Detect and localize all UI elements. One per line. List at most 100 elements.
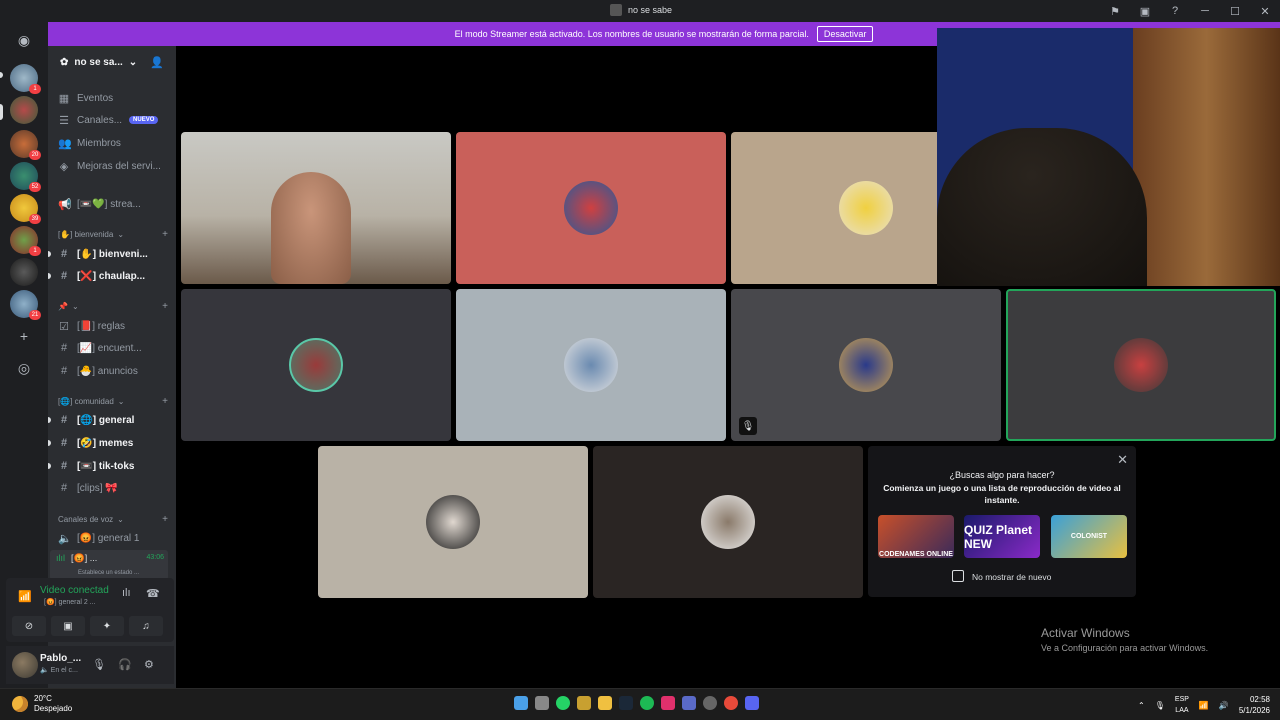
- game-quiz-planet[interactable]: QUIZ Planet NEW: [964, 515, 1040, 558]
- add-channel-icon[interactable]: +: [162, 396, 168, 407]
- server-icon-4[interactable]: 52: [10, 162, 41, 192]
- channel-tiktoks[interactable]: # [📼] tik-toks: [58, 457, 174, 475]
- video-tile-5[interactable]: [456, 289, 726, 441]
- server-icon-2[interactable]: [10, 96, 38, 124]
- channel-memes[interactable]: # [🤣] memes: [58, 434, 174, 452]
- channel-chaulap[interactable]: # [❌] chaulap...: [58, 267, 174, 285]
- category-comunidad[interactable]: [🌐] comunidad ⌄ +: [58, 394, 168, 408]
- noise-suppression-icon[interactable]: ılı: [122, 587, 131, 599]
- steam-icon[interactable]: [619, 696, 633, 710]
- server-icon-8[interactable]: 21: [10, 290, 41, 320]
- voice-timer: 43:06: [146, 554, 164, 561]
- help-icon[interactable]: ?: [1160, 0, 1190, 22]
- video-tile-9[interactable]: [593, 446, 863, 598]
- spotify-icon[interactable]: [640, 696, 654, 710]
- add-channel-icon[interactable]: +: [162, 301, 168, 312]
- voice-channel-general-1[interactable]: 🔈 [😡] general 1: [58, 529, 174, 547]
- channel-anuncios[interactable]: # [🐣] anuncios: [58, 362, 174, 380]
- instagram-icon[interactable]: [661, 696, 675, 710]
- discord-home-icon[interactable]: ◉: [10, 26, 38, 54]
- avatar: [564, 338, 618, 392]
- video-tile-6[interactable]: 🎙: [731, 289, 1001, 441]
- search-icon[interactable]: [535, 696, 549, 710]
- invite-icon[interactable]: 👤: [150, 56, 164, 69]
- category-bienvenida[interactable]: [✋] bienvenida ⌄ +: [58, 227, 168, 241]
- language-indicator[interactable]: ESP LAA: [1175, 694, 1189, 716]
- category-pinned[interactable]: 📌 ⌄ +: [58, 299, 168, 313]
- inbox-icon[interactable]: ⚑: [1100, 0, 1130, 22]
- maximize-icon[interactable]: ☐: [1220, 0, 1250, 22]
- sidebar-item-channels[interactable]: ☰ Canales... NUEVO: [58, 111, 174, 129]
- wifi-icon[interactable]: 📶: [1199, 701, 1209, 710]
- voice-status-channel[interactable]: [😡] general 2 ...: [44, 598, 96, 606]
- whatsapp-icon[interactable]: [556, 696, 570, 710]
- unread-indicator: [48, 417, 51, 423]
- add-server-icon[interactable]: +: [10, 322, 38, 350]
- minimize-icon[interactable]: ─: [1190, 0, 1220, 22]
- video-tile-8[interactable]: [318, 446, 588, 598]
- server-icon-1[interactable]: 1: [10, 64, 41, 94]
- video-tile-2[interactable]: [456, 132, 726, 284]
- volume-icon[interactable]: 🔊: [1219, 701, 1229, 710]
- discord-icon[interactable]: [745, 696, 759, 710]
- add-channel-icon[interactable]: +: [162, 514, 168, 525]
- close-icon[interactable]: ✕: [1117, 452, 1128, 468]
- deactivate-button[interactable]: Desactivar: [816, 26, 874, 42]
- sidebar-item-events[interactable]: ▦ Eventos: [58, 89, 174, 107]
- moon-icon: [12, 696, 28, 712]
- weather-widget[interactable]: 20°C Despejado: [12, 694, 72, 714]
- category-voice[interactable]: Canales de voz ⌄ +: [58, 512, 168, 526]
- disconnect-icon[interactable]: ☎: [146, 587, 160, 600]
- hash-icon: #: [60, 437, 68, 449]
- participant-video: [271, 172, 351, 284]
- explore-icon[interactable]: ◎: [10, 354, 38, 382]
- close-icon[interactable]: ✕: [1250, 0, 1280, 22]
- minecraft-icon[interactable]: [577, 696, 591, 710]
- game-codenames[interactable]: CODENAMES ONLINE: [878, 515, 954, 558]
- notes-icon[interactable]: [682, 696, 696, 710]
- screen-share-button[interactable]: ▣: [51, 616, 85, 636]
- channel-reglas[interactable]: ☑ [📕] reglas: [58, 317, 174, 335]
- server-icon-7[interactable]: [10, 258, 38, 286]
- soundboard-button[interactable]: ♫: [129, 616, 163, 636]
- avatar[interactable]: [12, 652, 38, 678]
- server-icon-6[interactable]: 1: [10, 226, 41, 256]
- voice-channel-active[interactable]: ılıl [😡] ... 43:06 Establece un estado ..…: [50, 550, 168, 580]
- video-tile-7[interactable]: [1006, 289, 1276, 441]
- clock[interactable]: 02:58 5/1/2026: [1239, 694, 1270, 716]
- activities-button[interactable]: ✦: [90, 616, 124, 636]
- gear-icon[interactable]: ⚙: [144, 658, 154, 671]
- add-channel-icon[interactable]: +: [162, 229, 168, 240]
- file-explorer-icon[interactable]: [598, 696, 612, 710]
- settings-icon[interactable]: [703, 696, 717, 710]
- avatar: [289, 338, 343, 392]
- video-tile-1[interactable]: [181, 132, 451, 284]
- channel-bienvenida[interactable]: # [✋] bienveni...: [58, 245, 174, 263]
- microphone-icon[interactable]: 🎙: [1155, 701, 1165, 710]
- channel-general[interactable]: # [🌐] general: [58, 411, 174, 429]
- sidebar-item-boosts[interactable]: ◈ Mejoras del servi...: [58, 157, 174, 175]
- headphones-icon[interactable]: 🎧: [118, 658, 132, 671]
- chevron-up-icon[interactable]: ⌃: [1138, 701, 1145, 710]
- start-icon[interactable]: [514, 696, 528, 710]
- video-tile-4[interactable]: [181, 289, 451, 441]
- server-icon-5[interactable]: 39: [10, 194, 41, 224]
- self-webcam-preview[interactable]: [937, 28, 1280, 286]
- channel-clips[interactable]: # [clips] 🎀: [58, 479, 174, 497]
- channel-encuentros[interactable]: # [📈] encuent...: [58, 339, 174, 357]
- video-off-button[interactable]: ⊘: [12, 616, 46, 636]
- game-colonist[interactable]: COLONIST: [1051, 515, 1127, 558]
- channel-stream[interactable]: 📢 [📼💚] strea...: [58, 195, 174, 213]
- chevron-down-icon: ⌄: [128, 56, 138, 68]
- screen-share-icon[interactable]: ▣: [1130, 0, 1160, 22]
- server-header[interactable]: ✿ no se sa... ⌄ 👤: [48, 46, 176, 78]
- set-status-text[interactable]: Establece un estado ...: [78, 570, 139, 576]
- dont-show-again-checkbox[interactable]: [952, 570, 964, 582]
- title-bar: no se sabe ⚑ ▣ ? ─ ☐ ✕: [0, 0, 1280, 22]
- server-icon-3[interactable]: 20: [10, 130, 41, 160]
- sidebar-item-members[interactable]: 👥 Miembros: [58, 134, 174, 152]
- window-title: no se sabe: [610, 4, 672, 16]
- voice-status-title[interactable]: Video conectad: [40, 585, 109, 596]
- chrome-icon[interactable]: [724, 696, 738, 710]
- microphone-icon[interactable]: 🎙: [92, 658, 106, 671]
